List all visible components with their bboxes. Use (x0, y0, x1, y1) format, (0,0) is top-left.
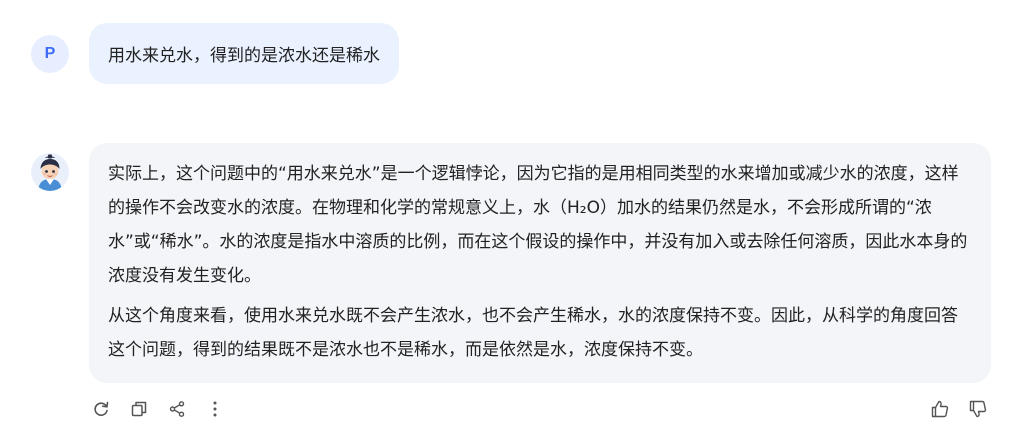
user-avatar-letter: P (44, 45, 56, 62)
user-message-text: 用水来兑水，得到的是浓水还是稀水 (108, 46, 380, 66)
copy-icon (131, 401, 147, 417)
assistant-avatar-illustration (31, 153, 69, 191)
refresh-icon (94, 401, 109, 416)
feedback-actions (929, 398, 989, 420)
assistant-paragraph: 实际上，这个问题中的“用水来兑水”是一个逻辑悖论，因为它指的是用相同类型的水来增… (108, 164, 968, 286)
thumbs-down-icon (969, 400, 987, 418)
more-button[interactable] (204, 398, 226, 420)
user-avatar: P (31, 35, 69, 73)
dislike-button[interactable] (967, 398, 989, 420)
share-icon (169, 401, 185, 417)
user-message-bubble: 用水来兑水，得到的是浓水还是稀水 (89, 23, 399, 84)
copy-button[interactable] (128, 398, 150, 420)
assistant-avatar (31, 153, 69, 191)
chat-page: P 用水来兑水，得到的是浓水还是稀水 实际上，这个问题中的“用水来兑水”是一个逻… (0, 0, 1023, 439)
assistant-paragraph: 从这个角度来看，使用水来兑水既不会产生浓水，也不会产生稀水，水的浓度保持不变。因… (108, 306, 958, 360)
thumbs-up-icon (931, 400, 949, 418)
refresh-button[interactable] (90, 398, 112, 420)
like-button[interactable] (929, 398, 951, 420)
more-icon (213, 401, 217, 417)
message-actions (90, 398, 226, 420)
share-button[interactable] (166, 398, 188, 420)
assistant-message-bubble: 实际上，这个问题中的“用水来兑水”是一个逻辑悖论，因为它指的是用相同类型的水来增… (89, 143, 991, 383)
